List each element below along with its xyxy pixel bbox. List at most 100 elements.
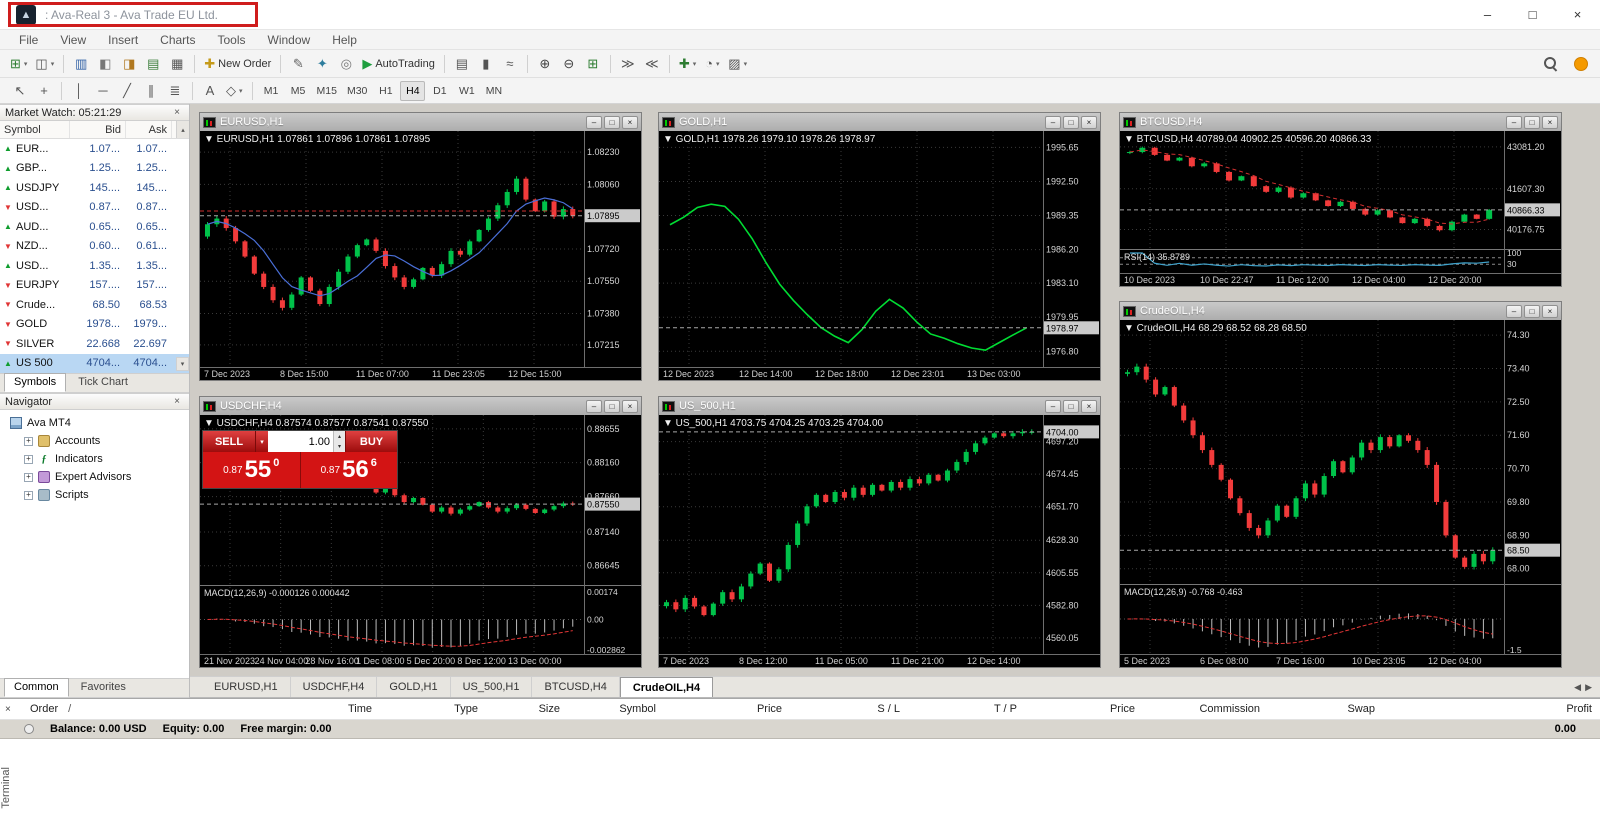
market-watch-row-gold[interactable]: ▼GOLD1978...1979... [0,315,189,335]
terminal-column-time[interactable]: Time [300,703,380,715]
chart-window-titlebar[interactable]: GOLD,H1–□× [659,113,1100,131]
market-watch-row-gbp[interactable]: ▲GBP...1.25...1.25... [0,159,189,179]
vertical-line-button[interactable]: │ [68,80,90,102]
timeframe-m15-button[interactable]: M15 [313,81,341,101]
terminal-column-price[interactable]: Price [1025,703,1143,715]
volume-input[interactable]: 1.00▴▾ [268,431,345,452]
chart-line-button[interactable]: ≈ [499,53,521,75]
chart-tab-gold-h1[interactable]: GOLD,H1 [377,677,450,697]
terminal-close-icon[interactable]: × [5,704,11,715]
new-order-button[interactable]: ✚New Order [201,53,274,75]
navigator-item-scripts[interactable]: +Scripts [0,486,189,504]
chart-candles-button[interactable]: ▮ [475,53,497,75]
sell-price-button[interactable]: 0.87550 [203,452,301,488]
chart-canvas-btcusd[interactable]: 10 Dec 202310 Dec 22:4711 Dec 12:0012 De… [1120,131,1561,286]
arrows-button[interactable]: ◇▾ [223,80,246,102]
menu-insert[interactable]: Insert [97,33,149,47]
chart-window-gold[interactable]: GOLD,H1–□×12 Dec 202312 Dec 14:0012 Dec … [658,112,1101,381]
options-button[interactable]: ◎ [335,53,357,75]
window-minimize-button[interactable]: – [586,400,602,413]
chart-area-btcusd[interactable]: 10 Dec 202310 Dec 22:4711 Dec 12:0012 De… [1120,131,1561,286]
profiles-button[interactable]: ◫▾ [32,53,57,75]
new-chart-button[interactable]: ⊞▾ [7,53,30,75]
stepper-down-icon[interactable]: ▾ [334,442,345,453]
tab-common[interactable]: Common [4,678,69,697]
chart-window-titlebar[interactable]: US_500,H1–□× [659,397,1100,415]
chart-window-btcusd[interactable]: BTCUSD,H4–□×10 Dec 202310 Dec 22:4711 De… [1119,112,1562,287]
timeframe-m1-button[interactable]: M1 [259,81,284,101]
fibonacci-button[interactable]: ≣ [164,80,186,102]
chart-tab-btcusd-h4[interactable]: BTCUSD,H4 [532,677,619,697]
terminal-column-symbol[interactable]: Symbol [568,703,664,715]
window-restore-button[interactable]: □ [1063,400,1079,413]
market-watch-close-icon[interactable]: × [170,107,184,118]
market-watch-row-silver[interactable]: ▼SILVER22.66822.697 [0,334,189,354]
window-close-button[interactable]: × [1555,0,1600,30]
window-minimize-button[interactable]: – [1506,116,1522,129]
indicators-button[interactable]: ✚▾ [676,53,699,75]
chart-window-titlebar[interactable]: USDCHF,H4–□× [200,397,641,415]
sell-button[interactable]: SELL [203,431,255,452]
market-watch-button[interactable]: ▥ [70,53,92,75]
market-watch-row-eurjpy[interactable]: ▼EURJPY157....157.... [0,276,189,296]
strategy-tester-button[interactable]: ▦ [166,53,188,75]
zoom-in-button[interactable]: ⊕ [534,53,556,75]
column-header-bid[interactable]: Bid [70,121,126,138]
scroll-down-icon[interactable]: ▾ [176,357,189,371]
equidistant-channel-button[interactable]: ∥ [140,80,162,102]
menu-window[interactable]: Window [257,33,322,47]
horizontal-line-button[interactable]: ─ [92,80,114,102]
tab-favorites[interactable]: Favorites [71,678,136,697]
navigator-root[interactable]: Ava MT4 [0,414,189,432]
menu-view[interactable]: View [49,33,97,47]
window-minimize-button[interactable]: – [1045,116,1061,129]
window-restore-button[interactable]: □ [604,116,620,129]
menu-help[interactable]: Help [321,33,368,47]
navigator-item-expert-advisors[interactable]: +Expert Advisors [0,468,189,486]
timeframe-h1-button[interactable]: H1 [373,81,398,101]
column-header-symbol[interactable]: Symbol [0,121,70,138]
buy-price-button[interactable]: 0.87566 [301,452,398,488]
timeframe-d1-button[interactable]: D1 [427,81,452,101]
timeframe-m30-button[interactable]: M30 [343,81,371,101]
chart-window-us500[interactable]: US_500,H1–□×7 Dec 20238 Dec 12:0011 Dec … [658,396,1101,668]
chart-canvas-us500[interactable]: 7 Dec 20238 Dec 12:0011 Dec 05:0011 Dec … [659,415,1100,667]
market-watch-row-usdjpy[interactable]: ▲USDJPY145....145.... [0,178,189,198]
timeframe-w1-button[interactable]: W1 [454,81,479,101]
sell-options-dropdown-icon[interactable]: ▾ [255,431,268,452]
timeframe-h4-button[interactable]: H4 [400,81,425,101]
tile-windows-button[interactable]: ⊞ [582,53,604,75]
metaeditor-button[interactable]: ✎ [287,53,309,75]
terminal-column-commission[interactable]: Commission [1143,703,1268,715]
window-close-button[interactable]: × [622,116,638,129]
expand-icon[interactable]: + [24,473,33,482]
window-restore-button[interactable]: □ [1524,305,1540,318]
window-minimize-button[interactable]: – [1045,400,1061,413]
column-header-ask[interactable]: Ask [126,121,172,138]
navigator-item-accounts[interactable]: +Accounts [0,432,189,450]
menu-charts[interactable]: Charts [149,33,206,47]
volume-stepper[interactable]: ▴▾ [333,431,345,452]
market-watch-row-usd[interactable]: ▼USD...0.87...0.87... [0,198,189,218]
terminal-column-type[interactable]: Type [380,703,486,715]
zoom-out-button[interactable]: ⊖ [558,53,580,75]
chart-window-eurusd[interactable]: EURUSD,H1–□×7 Dec 20238 Dec 15:0011 Dec … [199,112,642,381]
terminal-column-s-l[interactable]: S / L [790,703,908,715]
data-window-button[interactable]: ◧ [94,53,116,75]
chart-canvas-crudeoil[interactable]: 5 Dec 20236 Dec 08:007 Dec 16:0010 Dec 2… [1120,320,1561,667]
timeframe-m5-button[interactable]: M5 [286,81,311,101]
terminal-column-t-p[interactable]: T / P [908,703,1025,715]
window-close-button[interactable]: × [1081,116,1097,129]
chart-area-crudeoil[interactable]: 5 Dec 20236 Dec 08:007 Dec 16:0010 Dec 2… [1120,320,1561,667]
chart-area-gold[interactable]: 12 Dec 202312 Dec 14:0012 Dec 18:0012 De… [659,131,1100,380]
timeframe-mn-button[interactable]: MN [481,81,506,101]
sort-icon[interactable]: / [68,703,71,715]
market-watch-row-crude[interactable]: ▼Crude...68.5068.53 [0,295,189,315]
chart-area-eurusd[interactable]: 7 Dec 20238 Dec 15:0011 Dec 07:0011 Dec … [200,131,641,380]
market-watch-row-eur[interactable]: ▲EUR...1.07...1.07... [0,139,189,159]
window-minimize-button[interactable]: – [1506,305,1522,318]
window-minimize-button[interactable]: – [586,116,602,129]
chart-bars-button[interactable]: ▤ [451,53,473,75]
chart-window-titlebar[interactable]: EURUSD,H1–□× [200,113,641,131]
window-minimize-button[interactable]: – [1465,0,1510,30]
